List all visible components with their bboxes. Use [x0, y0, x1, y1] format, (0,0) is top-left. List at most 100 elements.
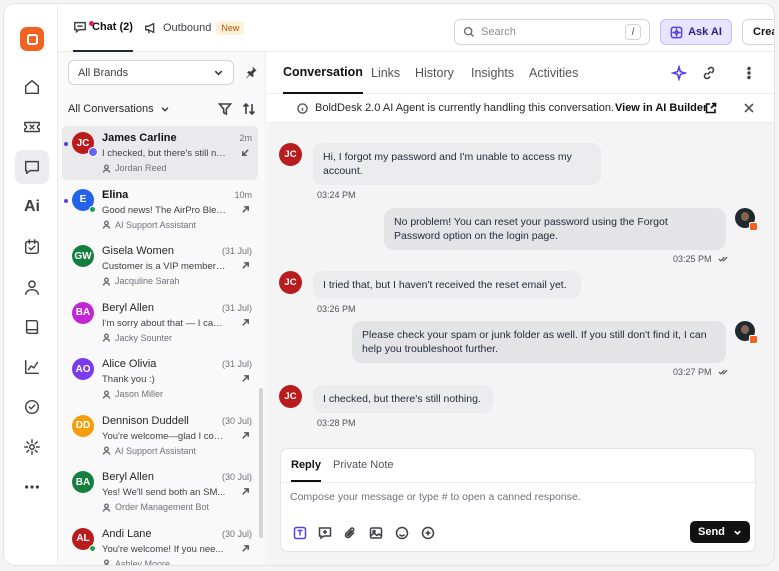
- conversation-preview: I'm sorry about that — I can...: [102, 317, 226, 329]
- agent-icon: [102, 163, 111, 173]
- create-button[interactable]: Create: [742, 19, 774, 45]
- tab-private-note[interactable]: Private Note: [333, 459, 394, 471]
- emoji-icon[interactable]: [395, 526, 409, 540]
- close-banner-icon[interactable]: [744, 103, 754, 113]
- search-shortcut-key: /: [625, 24, 641, 40]
- approvals-icon[interactable]: [15, 390, 49, 424]
- ai-icon[interactable]: Ai: [15, 190, 49, 224]
- contact-name: Beryl Allen: [102, 301, 154, 314]
- outgoing-arrow-icon: [242, 544, 249, 552]
- tab-conversation[interactable]: Conversation: [283, 52, 363, 94]
- agent-icon: [102, 502, 111, 512]
- knowledge-base-icon[interactable]: [15, 310, 49, 344]
- ai-label: Ai: [24, 198, 40, 215]
- settings-icon[interactable]: [15, 430, 49, 464]
- conversation-time: (30 Jul): [221, 472, 252, 482]
- assigned-agent: AI Support Assistant: [102, 220, 196, 230]
- contact-name: Gisela Women: [102, 245, 174, 257]
- tab-chat-label: Chat (2): [92, 21, 133, 33]
- create-label: Create: [753, 26, 774, 38]
- tab-outbound[interactable]: Outbound New: [144, 4, 245, 52]
- chevron-down-icon: [161, 107, 169, 112]
- tab-activities[interactable]: Activities: [529, 52, 578, 94]
- conversation-item[interactable]: JC James Carline 2m I checked, but there's …: [62, 126, 258, 180]
- brand-filter-value: All Brands: [78, 66, 129, 79]
- agent-icon: [103, 559, 110, 565]
- conversation-panel: Conversation Links History Insights Acti…: [267, 52, 774, 565]
- conversation-item[interactable]: AO Alice Olivia (31 Jul) Thank you :) Jason …: [62, 352, 258, 406]
- bolddesk-logo[interactable]: [20, 27, 44, 51]
- tab-insights[interactable]: Insights: [471, 52, 514, 94]
- new-badge: New: [216, 21, 245, 35]
- message-time: 03:24 PM: [317, 190, 356, 200]
- assigned-agent: Jordan Reed: [102, 163, 167, 173]
- incoming-arrow-icon: [242, 149, 249, 156]
- conversation-item[interactable]: AL Andi Lane (30 Jul) You're welcome! If yo…: [62, 522, 258, 565]
- message-time: 03:28 PM: [317, 418, 356, 428]
- customer-message: I checked, but there's still nothing.: [313, 385, 493, 413]
- filter-icon[interactable]: [218, 102, 232, 116]
- tab-chat[interactable]: Chat (2): [73, 4, 133, 52]
- outgoing-arrow-icon: [242, 318, 249, 326]
- pin-icon[interactable]: [244, 65, 258, 79]
- reply-input[interactable]: Compose your message or type # to open a…: [290, 491, 581, 503]
- conversation-view-selector[interactable]: All Conversations: [68, 100, 258, 118]
- tab-outbound-label: Outbound: [163, 22, 212, 34]
- message-thread: JC Hi, I forgot my password and I'm unab…: [267, 123, 774, 441]
- assigned-agent: AI Support Assistant: [102, 446, 196, 456]
- customer-avatar: JC: [279, 271, 302, 294]
- chevron-down-icon[interactable]: [733, 528, 742, 537]
- tab-reply[interactable]: Reply: [291, 459, 321, 482]
- send-button[interactable]: Send: [690, 521, 750, 543]
- ticket-icon[interactable]: [15, 110, 49, 144]
- tasks-icon[interactable]: [15, 230, 49, 264]
- link-icon[interactable]: [701, 65, 717, 81]
- reports-icon[interactable]: [15, 350, 49, 384]
- message-time: 03:25 PM: [673, 254, 729, 264]
- tab-links[interactable]: Links: [371, 52, 400, 94]
- contacts-icon[interactable]: [15, 270, 49, 304]
- megaphone-icon: [145, 22, 155, 34]
- unread-indicator: [64, 142, 68, 146]
- conversation-item[interactable]: BA Beryl Allen (31 Jul) I'm sorry about tha…: [62, 296, 258, 350]
- contact-name: Alice Olivia: [102, 358, 157, 370]
- view-in-ai-builder-link[interactable]: View in AI Builder: [615, 102, 707, 114]
- app-window: Ai Chat (2) Outbound New Search / Ask AI…: [3, 3, 775, 566]
- home-icon[interactable]: [15, 70, 49, 104]
- conversation-item[interactable]: E Elina 10m Good news! The AirPro Blen... AI…: [62, 183, 258, 237]
- conversation-item[interactable]: DD Dennison Duddell (30 Jul) You're welcome…: [62, 409, 258, 463]
- brand-filter-select[interactable]: All Brands: [68, 60, 234, 85]
- reply-composer: Reply Private Note Compose your message …: [280, 448, 756, 552]
- ask-ai-button[interactable]: Ask AI: [660, 19, 732, 45]
- more-options-icon[interactable]: [741, 65, 757, 81]
- message-time-text: 03:27 PM: [673, 367, 712, 377]
- attachment-icon[interactable]: [343, 526, 357, 540]
- ai-text-icon[interactable]: [293, 526, 307, 540]
- image-icon[interactable]: [369, 526, 383, 540]
- list-scrollbar[interactable]: [259, 388, 263, 538]
- conversation-time: 10m: [234, 189, 252, 200]
- sort-icon[interactable]: [242, 102, 256, 116]
- chevron-down-icon: [214, 70, 223, 76]
- conversation-time: (31 Jul): [221, 302, 252, 313]
- conversation-item[interactable]: BA Beryl Allen (30 Jul) Yes! We'll send bot…: [62, 465, 258, 519]
- contact-avatar: BA: [72, 301, 94, 324]
- external-link-icon[interactable]: [705, 102, 717, 114]
- more-icon[interactable]: [15, 470, 49, 504]
- chat-icon[interactable]: [15, 150, 49, 184]
- agent-avatar: [735, 321, 758, 344]
- tab-history[interactable]: History: [415, 52, 454, 94]
- assigned-agent-name: Jason Miller: [115, 389, 164, 399]
- add-icon[interactable]: [421, 526, 435, 540]
- search-input[interactable]: Search /: [454, 19, 650, 45]
- online-status-dot: [89, 205, 96, 213]
- assigned-agent: Order Management Bot: [102, 502, 209, 512]
- banner-text: BoldDesk 2.0 AI Agent is currently handl…: [315, 102, 615, 114]
- customer-avatar: JC: [279, 385, 302, 408]
- agent-message: No problem! You can reset your password …: [384, 208, 726, 250]
- ai-sparkle-icon[interactable]: [670, 64, 688, 82]
- assigned-agent: Jacky Sounter: [102, 333, 172, 343]
- canned-response-icon[interactable]: [318, 526, 332, 540]
- outgoing-arrow-icon: [242, 488, 249, 495]
- conversation-item[interactable]: GW Gisela Women (31 Jul) Customer is a VIP …: [62, 239, 258, 293]
